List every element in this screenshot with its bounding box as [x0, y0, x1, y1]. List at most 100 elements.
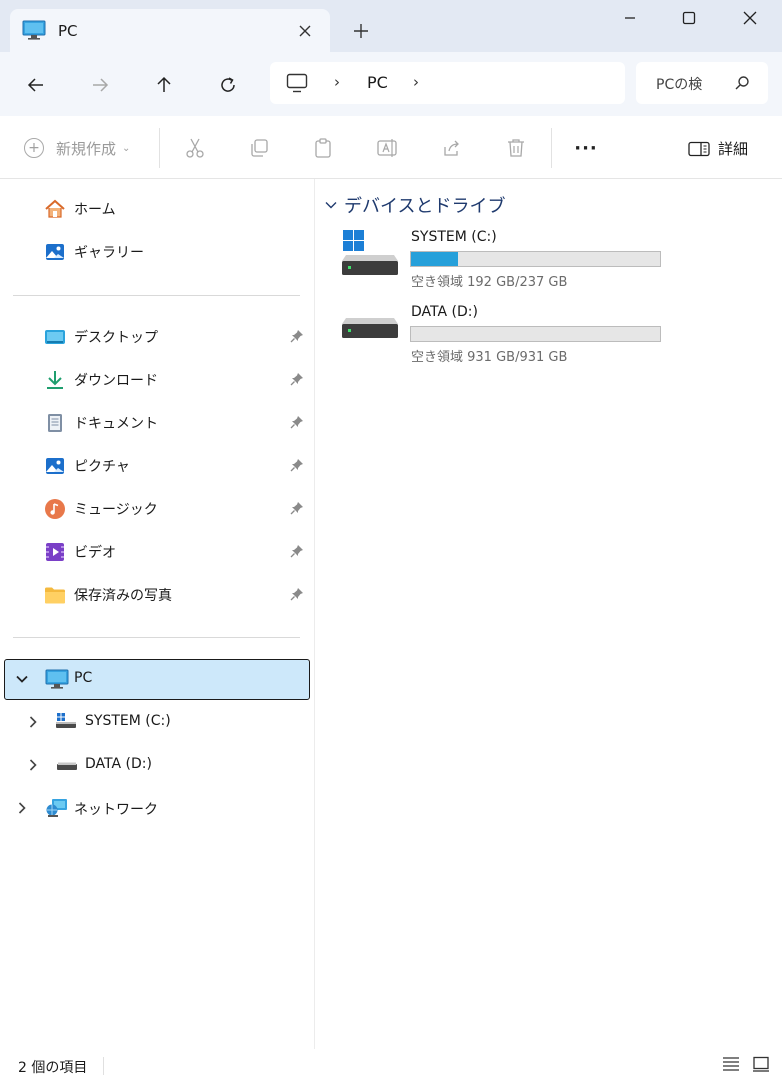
- network-icon: [45, 797, 69, 823]
- refresh-button[interactable]: [211, 68, 245, 102]
- folder-icon: [44, 584, 66, 606]
- sidebar-item-network[interactable]: ネットワーク: [0, 789, 314, 825]
- pin-icon[interactable]: [290, 329, 304, 347]
- maximize-button[interactable]: [659, 0, 719, 36]
- sidebar-item-home[interactable]: ホーム: [0, 190, 314, 226]
- sidebar-item-label: PC: [74, 670, 93, 686]
- copy-button[interactable]: [245, 134, 273, 162]
- up-button[interactable]: [147, 68, 181, 102]
- sidebar-divider: [13, 637, 300, 638]
- sidebar-item-documents[interactable]: ドキュメント: [0, 404, 314, 440]
- system-drive-icon: [340, 229, 400, 283]
- sidebar-item-pc[interactable]: PC: [4, 659, 310, 700]
- delete-button[interactable]: [502, 134, 530, 162]
- pictures-icon: [44, 455, 66, 477]
- arrow-left-icon: [27, 78, 43, 92]
- drive-usage-fill: [411, 252, 459, 266]
- sidebar-item-label: ダウンロード: [74, 373, 158, 389]
- sidebar-item-desktop[interactable]: デスクトップ: [0, 318, 314, 354]
- pin-icon[interactable]: [290, 544, 304, 562]
- drive-icon: [340, 304, 400, 358]
- sidebar-item-videos[interactable]: ビデオ: [0, 533, 314, 569]
- chevron-down-icon[interactable]: [15, 672, 29, 686]
- search-box[interactable]: PCの検: [636, 62, 768, 104]
- pin-icon[interactable]: [290, 501, 304, 519]
- new-button[interactable]: + 新規作成 ⌄: [24, 136, 130, 160]
- devices-group-header[interactable]: デバイスとドライブ: [324, 192, 505, 218]
- close-icon: [743, 11, 757, 25]
- chevron-right-icon[interactable]: [26, 715, 40, 729]
- drive-name: SYSTEM (C:): [411, 229, 497, 245]
- pc-monitor-icon: [22, 20, 46, 44]
- back-button[interactable]: [19, 68, 53, 102]
- breadcrumb-separator[interactable]: ›: [334, 73, 340, 91]
- drive-item-data[interactable]: DATA (D:) 空き領域 931 GB/931 GB: [340, 304, 680, 370]
- arrow-right-icon: [93, 78, 109, 92]
- close-window-button[interactable]: [720, 0, 780, 36]
- pin-icon[interactable]: [290, 458, 304, 476]
- refresh-icon: [221, 77, 235, 92]
- sidebar-item-label: ピクチャ: [74, 459, 130, 475]
- scissors-icon: [186, 138, 204, 158]
- pc-outline-icon: [286, 73, 308, 97]
- item-count: 2 個の項目: [18, 1060, 88, 1076]
- tiles-view-button[interactable]: [752, 1056, 772, 1074]
- new-tab-button[interactable]: [346, 16, 376, 46]
- details-pane-button[interactable]: 詳細: [688, 138, 748, 159]
- sidebar-item-saved-pictures[interactable]: 保存済みの写真: [0, 576, 314, 612]
- search-placeholder: PCの検: [656, 77, 703, 93]
- chevron-right-icon[interactable]: [26, 758, 40, 772]
- maximize-icon: [682, 11, 696, 25]
- tab-pc[interactable]: PC: [10, 9, 330, 52]
- sidebar-item-data-drive[interactable]: DATA (D:): [0, 746, 314, 782]
- pc-monitor-icon: [45, 669, 69, 693]
- share-button[interactable]: [438, 134, 466, 162]
- pin-icon[interactable]: [290, 372, 304, 390]
- details-view-button[interactable]: [722, 1056, 742, 1074]
- pin-icon[interactable]: [290, 587, 304, 605]
- music-icon: [44, 498, 66, 520]
- chevron-right-icon[interactable]: [15, 801, 29, 815]
- sidebar-item-label: ミュージック: [74, 502, 158, 518]
- document-icon: [44, 412, 66, 434]
- pin-icon[interactable]: [290, 415, 304, 433]
- system-drive-icon: [55, 711, 77, 735]
- navigation-bar: › PC › PCの検: [0, 52, 782, 116]
- toolbar-divider: [159, 128, 160, 168]
- share-icon: [444, 140, 459, 156]
- sidebar-item-system-drive[interactable]: SYSTEM (C:): [0, 703, 314, 739]
- cut-button[interactable]: [181, 134, 209, 162]
- chevron-down-icon: ⌄: [122, 142, 131, 154]
- sidebar-item-downloads[interactable]: ダウンロード: [0, 361, 314, 397]
- breadcrumb-separator[interactable]: ›: [413, 73, 419, 91]
- clipboard-icon: [315, 138, 331, 158]
- sidebar-item-label: ドキュメント: [74, 416, 158, 432]
- address-bar[interactable]: › PC ›: [270, 62, 625, 104]
- sidebar-item-label: ホーム: [74, 202, 116, 218]
- sidebar-item-music[interactable]: ミュージック: [0, 490, 314, 526]
- sidebar-item-pictures[interactable]: ピクチャ: [0, 447, 314, 483]
- minimize-button[interactable]: [600, 0, 660, 36]
- drive-usage-bar: [410, 251, 661, 267]
- breadcrumb-pc[interactable]: PC: [367, 73, 388, 92]
- sidebar-item-label: ネットワーク: [74, 802, 158, 818]
- gallery-icon: [44, 241, 66, 263]
- sidebar-divider: [13, 295, 300, 296]
- command-bar: + 新規作成 ⌄ ··· 詳細: [0, 116, 782, 179]
- more-options-button[interactable]: ···: [572, 134, 600, 162]
- home-icon: [44, 198, 66, 220]
- status-bar: 2 個の項目: [0, 1049, 782, 1080]
- drive-name: DATA (D:): [411, 304, 478, 320]
- arrow-up-icon: [157, 76, 171, 92]
- sidebar-item-label: DATA (D:): [85, 756, 152, 772]
- rename-button[interactable]: [373, 134, 401, 162]
- forward-button[interactable]: [83, 68, 117, 102]
- tab-close-button[interactable]: [292, 18, 318, 44]
- sidebar-item-label: 保存済みの写真: [74, 588, 172, 604]
- paste-button[interactable]: [309, 134, 337, 162]
- minimize-icon: [625, 17, 635, 19]
- desktop-icon: [44, 326, 66, 348]
- tiles-view-icon: [753, 1056, 769, 1072]
- drive-item-system[interactable]: SYSTEM (C:) 空き領域 192 GB/237 GB: [340, 229, 680, 295]
- sidebar-item-gallery[interactable]: ギャラリー: [0, 233, 314, 269]
